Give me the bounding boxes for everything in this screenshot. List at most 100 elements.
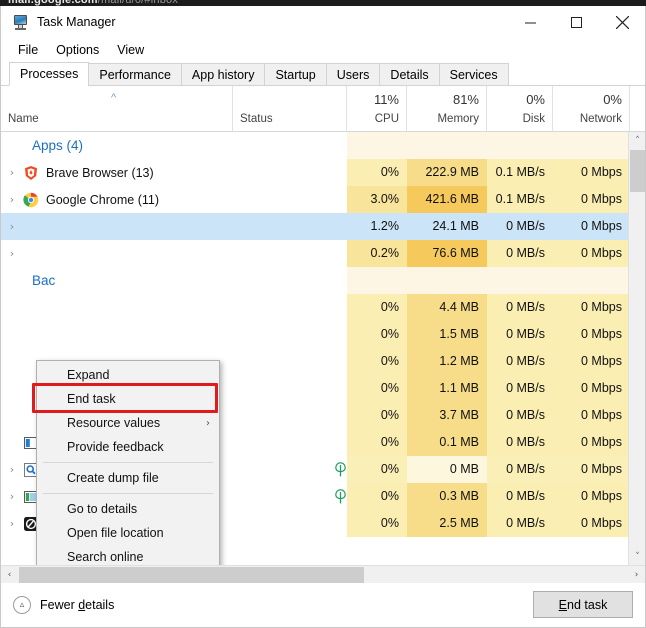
tab-startup[interactable]: Startup bbox=[264, 63, 326, 86]
row-status-cell bbox=[233, 159, 343, 186]
cell-memory: 222.9 MB bbox=[407, 159, 487, 186]
column-header-name[interactable]: Name bbox=[1, 86, 233, 131]
cell-cpu: 0% bbox=[347, 348, 407, 375]
menu-file[interactable]: File bbox=[9, 41, 47, 59]
horizontal-scrollbar[interactable]: ‹ › bbox=[1, 565, 645, 583]
expand-chevron-icon[interactable]: › bbox=[1, 166, 23, 179]
context-menu-item-label: Provide feedback bbox=[67, 440, 164, 454]
scroll-down-icon[interactable]: ˅ bbox=[629, 548, 645, 565]
expander-placeholder: › bbox=[1, 274, 23, 287]
context-menu-item-create-dump-file[interactable]: Create dump file bbox=[37, 466, 219, 490]
row-name-cell: › bbox=[1, 294, 231, 321]
row-icon-placeholder bbox=[23, 327, 39, 343]
cell-memory: 0 MB bbox=[407, 456, 487, 483]
close-icon[interactable] bbox=[599, 6, 645, 38]
row-icon-placeholder bbox=[23, 300, 39, 316]
tab-services[interactable]: Services bbox=[439, 63, 509, 86]
window-controls bbox=[507, 6, 645, 38]
cell-disk: 0 MB/s bbox=[487, 240, 553, 267]
expand-chevron-icon[interactable]: › bbox=[1, 463, 23, 476]
cell-cpu: 3.0% bbox=[347, 186, 407, 213]
row-status-cell bbox=[233, 267, 343, 294]
tab-details[interactable]: Details bbox=[379, 63, 439, 86]
cell-disk: 0.1 MB/s bbox=[487, 186, 553, 213]
cell-memory: 76.6 MB bbox=[407, 240, 487, 267]
process-table: ›Apps (4)›Brave Browser (13)0%222.9 MB0.… bbox=[1, 132, 645, 565]
menu-options[interactable]: Options bbox=[47, 41, 108, 59]
cell-cpu: 0% bbox=[347, 483, 407, 510]
context-menu-item-go-to-details[interactable]: Go to details bbox=[37, 497, 219, 521]
cell-disk bbox=[487, 267, 553, 294]
cell-disk: 0 MB/s bbox=[487, 429, 553, 456]
vertical-scrollbar[interactable]: ˄ ˅ bbox=[628, 132, 645, 565]
minimize-icon[interactable] bbox=[507, 6, 553, 38]
context-menu-item-resource-values[interactable]: Resource values› bbox=[37, 411, 219, 435]
row-status-cell bbox=[233, 186, 343, 213]
context-menu-item-open-file-location[interactable]: Open file location bbox=[37, 521, 219, 545]
process-table-row[interactable]: ›0%4.4 MB0 MB/s0 Mbps bbox=[1, 294, 628, 321]
column-header-memory[interactable]: 81%Memory bbox=[407, 86, 487, 131]
title-bar: Task Manager bbox=[1, 6, 645, 38]
cell-memory: 1.1 MB bbox=[407, 375, 487, 402]
context-menu-item-label: Create dump file bbox=[67, 471, 159, 485]
process-table-row[interactable]: ›Brave Browser (13)0%222.9 MB0.1 MB/s0 M… bbox=[1, 159, 628, 186]
cell-network: 0 Mbps bbox=[553, 240, 628, 267]
process-group-header[interactable]: ›Bac bbox=[1, 267, 628, 294]
process-table-row[interactable]: ›1.2%24.1 MB0 MB/s0 Mbps bbox=[1, 213, 628, 240]
fewer-details-label: Fewer details bbox=[40, 598, 114, 612]
expand-chevron-icon[interactable]: › bbox=[1, 220, 23, 233]
process-table-row[interactable]: ›Google Chrome (11)3.0%421.6 MB0.1 MB/s0… bbox=[1, 186, 628, 213]
context-menu-item-search-online[interactable]: Search online bbox=[37, 545, 219, 565]
scroll-right-icon[interactable]: › bbox=[628, 566, 645, 583]
cell-cpu: 0% bbox=[347, 456, 407, 483]
row-status-cell bbox=[233, 132, 343, 159]
process-table-row[interactable]: ›0.2%76.6 MB0 MB/s0 Mbps bbox=[1, 240, 628, 267]
task-manager-window: Task Manager File Options View Processes… bbox=[0, 6, 646, 628]
process-table-row[interactable]: ›0%1.5 MB0 MB/s0 Mbps bbox=[1, 321, 628, 348]
expand-chevron-icon[interactable]: › bbox=[1, 517, 23, 530]
tab-users[interactable]: Users bbox=[326, 63, 381, 86]
cell-disk: 0.1 MB/s bbox=[487, 159, 553, 186]
cell-network: 0 Mbps bbox=[553, 321, 628, 348]
expander-placeholder: › bbox=[1, 328, 23, 341]
expand-chevron-icon[interactable]: › bbox=[1, 193, 23, 206]
context-menu-item-end-task[interactable]: End task bbox=[37, 387, 219, 411]
context-menu-separator bbox=[43, 462, 213, 463]
efficiency-mode-leaf-icon bbox=[335, 462, 346, 477]
cell-disk: 0 MB/s bbox=[487, 402, 553, 429]
cell-network: 0 Mbps bbox=[553, 375, 628, 402]
column-header-status[interactable]: Status bbox=[233, 86, 347, 131]
column-header-network[interactable]: 0%Network bbox=[553, 86, 630, 131]
cell-memory: 0.1 MB bbox=[407, 429, 487, 456]
cell-memory: 4.4 MB bbox=[407, 294, 487, 321]
context-menu-item-expand[interactable]: Expand bbox=[37, 363, 219, 387]
cell-cpu: 0% bbox=[347, 321, 407, 348]
expand-chevron-icon[interactable]: › bbox=[1, 247, 23, 260]
chrome-icon bbox=[23, 192, 39, 208]
context-menu-item-provide-feedback[interactable]: Provide feedback bbox=[37, 435, 219, 459]
scroll-left-icon[interactable]: ‹ bbox=[1, 566, 18, 583]
cell-cpu bbox=[347, 267, 407, 294]
scroll-up-icon[interactable]: ˄ bbox=[629, 132, 645, 149]
column-header-disk[interactable]: 0%Disk bbox=[487, 86, 553, 131]
end-task-button[interactable]: End task bbox=[533, 591, 633, 618]
expand-chevron-icon[interactable]: › bbox=[1, 490, 23, 503]
fewer-details-button[interactable]: ▵ Fewer details bbox=[13, 596, 114, 614]
cell-cpu: 0% bbox=[347, 294, 407, 321]
row-label: Brave Browser (13) bbox=[46, 166, 154, 180]
menu-view[interactable]: View bbox=[108, 41, 153, 59]
row-icon-placeholder bbox=[23, 273, 39, 289]
horizontal-scroll-thumb[interactable] bbox=[19, 567, 364, 583]
process-group-header[interactable]: ›Apps (4) bbox=[1, 132, 628, 159]
row-status-cell bbox=[233, 375, 343, 402]
tab-processes[interactable]: Processes bbox=[9, 62, 89, 86]
context-menu[interactable]: ExpandEnd taskResource values› Provide fe… bbox=[36, 360, 220, 565]
tab-performance[interactable]: Performance bbox=[88, 63, 182, 86]
column-header-cpu[interactable]: 11%CPU bbox=[347, 86, 407, 131]
cell-network: 0 Mbps bbox=[553, 456, 628, 483]
cell-memory bbox=[407, 132, 487, 159]
tab-app-history[interactable]: App history bbox=[181, 63, 266, 86]
maximize-icon[interactable] bbox=[553, 6, 599, 38]
window-title: Task Manager bbox=[37, 15, 116, 29]
vertical-scroll-thumb[interactable] bbox=[630, 150, 645, 192]
